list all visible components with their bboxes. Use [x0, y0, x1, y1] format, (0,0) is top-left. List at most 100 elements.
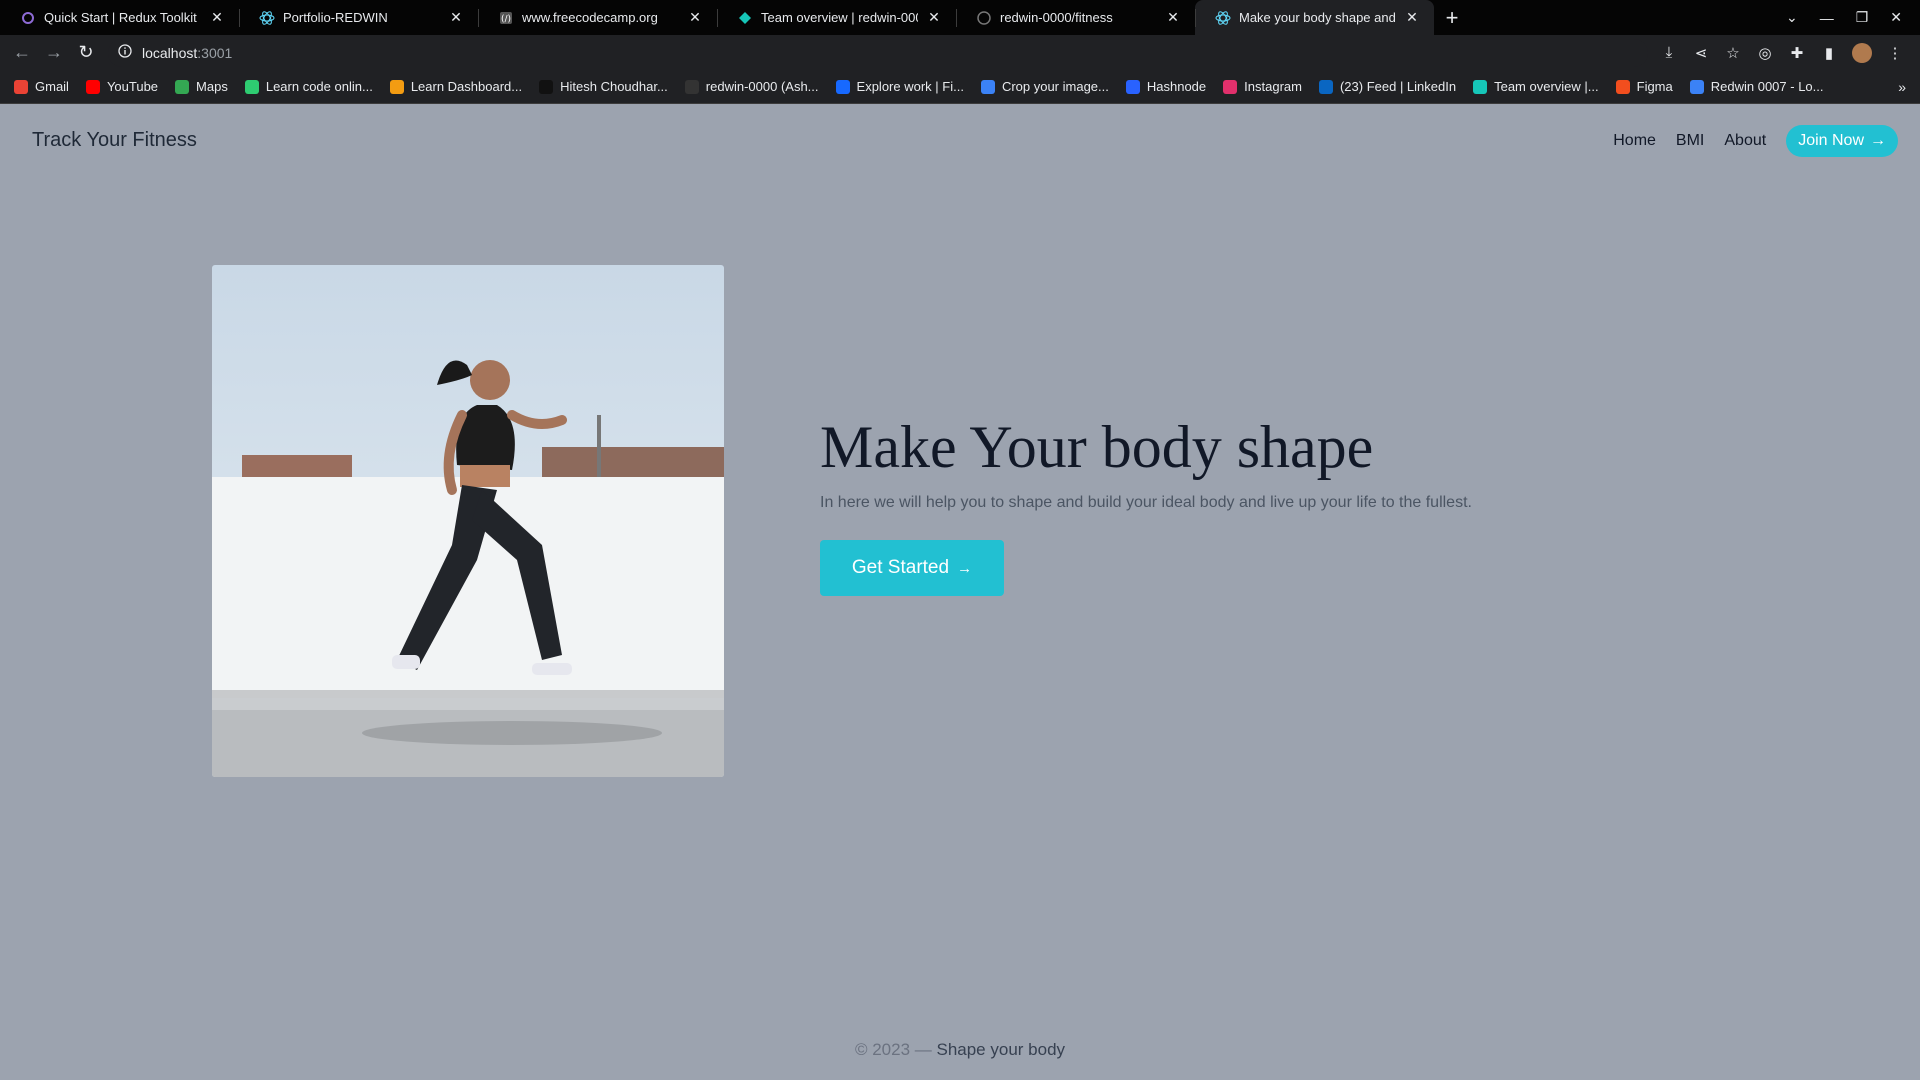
react-icon — [1215, 10, 1231, 26]
bookmark-item[interactable]: Instagram — [1223, 79, 1302, 94]
join-now-button[interactable]: Join Now → — [1786, 125, 1898, 157]
bookmarks-bar: Gmail YouTube Maps Learn code onlin... Learn… — [0, 70, 1920, 104]
reload-icon[interactable]: ↻ — [70, 37, 102, 69]
bookmark-label: Explore work | Fi... — [856, 79, 964, 94]
more-menu-icon[interactable]: ⋮ — [1886, 44, 1904, 62]
browser-tab[interactable]: Portfolio-REDWIN ✕ — [239, 0, 478, 35]
forward-arrow-icon[interactable]: → — [38, 37, 70, 69]
bookmark-item[interactable]: YouTube — [85, 79, 159, 94]
nav-home[interactable]: Home — [1613, 132, 1656, 150]
footer-copyright: © 2023 — — [854, 1040, 932, 1059]
tab-title: Make your body shape and fit — [1239, 10, 1396, 25]
bookmark-item[interactable]: Team overview |... — [1473, 79, 1599, 94]
arrow-right-icon: → — [1870, 132, 1886, 149]
close-icon[interactable]: ✕ — [209, 9, 225, 26]
nav-about[interactable]: About — [1724, 132, 1766, 150]
share-icon[interactable]: ⋖ — [1692, 44, 1710, 62]
page-body: Track Your Fitness Home BMI About Join N… — [0, 105, 1920, 1080]
react-icon — [259, 10, 275, 26]
tab-search-icon[interactable]: ⌄ — [1786, 9, 1798, 26]
extensions-puzzle-icon[interactable]: ✚ — [1788, 44, 1806, 62]
bookmark-label: Team overview |... — [1494, 79, 1599, 94]
footer-tagline[interactable]: Shape your body — [936, 1040, 1065, 1059]
bookmark-favicon-icon — [1473, 79, 1488, 94]
close-icon[interactable]: ✕ — [1165, 9, 1181, 26]
bookmarks-overflow-icon[interactable]: » — [1898, 79, 1906, 95]
diamond-icon — [737, 10, 753, 26]
minimize-icon[interactable]: — — [1820, 10, 1834, 26]
bookmark-item[interactable]: Figma — [1615, 79, 1673, 94]
browser-tab[interactable]: Quick Start | Redux Toolkit ✕ — [0, 0, 239, 35]
bookmark-favicon-icon — [684, 79, 699, 94]
bookmark-favicon-icon — [539, 79, 554, 94]
close-icon[interactable]: ✕ — [687, 9, 703, 26]
url-port: :3001 — [197, 44, 233, 61]
profile-avatar[interactable] — [1852, 42, 1872, 63]
bookmark-favicon-icon — [14, 79, 28, 94]
hero-subtext: In here we will help you to shape and bu… — [820, 494, 1472, 511]
bookmark-item[interactable]: Crop your image... — [980, 79, 1109, 94]
bookmark-item[interactable]: (23) Feed | LinkedIn — [1318, 79, 1456, 94]
close-icon[interactable]: ✕ — [926, 9, 942, 26]
bookmark-favicon-icon — [1125, 79, 1140, 94]
window-close-icon[interactable]: ✕ — [1890, 9, 1902, 26]
nav-bmi[interactable]: BMI — [1676, 132, 1704, 150]
close-icon[interactable]: ✕ — [1404, 9, 1420, 26]
tab-title: Quick Start | Redux Toolkit — [44, 10, 197, 25]
bookmark-label: Redwin 0007 - Lo... — [1710, 79, 1824, 94]
bookmark-item[interactable]: redwin-0000 (Ash... — [684, 79, 819, 94]
site-info-icon[interactable] — [118, 44, 132, 61]
bookmark-item[interactable]: Learn code onlin... — [244, 79, 373, 94]
bookmark-label: Hitesh Choudhar... — [560, 79, 668, 94]
svg-text:(/): (/) — [501, 14, 511, 24]
browser-toolbar: ← → ↻ localhost:3001 ⤓ ⋖ ☆ ◎ ✚ ▮ ⋮ — [0, 35, 1920, 70]
join-now-label: Join Now — [1798, 132, 1864, 149]
address-bar[interactable]: localhost:3001 — [108, 38, 1648, 67]
bookmark-favicon-icon — [1223, 79, 1238, 94]
get-started-button[interactable]: Get Started → — [820, 540, 1004, 596]
hero-runner-image — [212, 265, 724, 777]
site-brand[interactable]: Track Your Fitness — [32, 129, 197, 152]
tab-title: Portfolio-REDWIN — [283, 10, 388, 25]
arrow-right-icon: → — [957, 559, 973, 577]
bookmark-item[interactable]: Maps — [175, 79, 228, 94]
close-icon[interactable]: ✕ — [448, 9, 464, 26]
tab-title: www.freecodecamp.org — [522, 10, 658, 25]
browser-tab-strip: Quick Start | Redux Toolkit ✕ Portfolio-… — [0, 0, 1920, 35]
bookmark-star-icon[interactable]: ☆ — [1724, 44, 1742, 62]
hero-text: Make Your body shape In here we will hel… — [820, 413, 1472, 596]
bookmark-favicon-icon — [1689, 79, 1704, 94]
bookmark-favicon-icon — [1318, 79, 1333, 94]
install-app-icon[interactable]: ⤓ — [1660, 44, 1678, 62]
bookmark-item[interactable]: Learn Dashboard... — [389, 79, 523, 94]
side-panel-icon[interactable]: ▮ — [1820, 44, 1838, 62]
back-arrow-icon[interactable]: ← — [6, 37, 38, 69]
bookmark-item[interactable]: Gmail — [14, 79, 69, 94]
bookmark-label: Instagram — [1244, 79, 1302, 94]
bookmark-label: YouTube — [106, 79, 159, 94]
bookmark-favicon-icon — [389, 79, 404, 94]
bookmark-favicon-icon — [175, 79, 190, 94]
bookmark-label: Crop your image... — [1001, 79, 1109, 94]
bookmark-item[interactable]: Hashnode — [1125, 79, 1206, 94]
window-controls: ⌄ — ❐ ✕ — [1786, 0, 1920, 35]
bookmark-item[interactable]: Hitesh Choudhar... — [539, 79, 668, 94]
main-nav: Home BMI About Join Now → — [1613, 125, 1898, 157]
tab-title: Team overview | redwin-0000 — [761, 10, 918, 25]
hero-headline: Make Your body shape — [820, 414, 1374, 480]
bookmark-favicon-icon — [244, 79, 259, 94]
bookmark-favicon-icon — [980, 79, 995, 94]
browser-tab[interactable]: (/) www.freecodecamp.org ✕ — [478, 0, 717, 35]
bookmark-item[interactable]: Explore work | Fi... — [835, 79, 964, 94]
freecodecamp-icon: (/) — [498, 10, 514, 26]
new-tab-button[interactable]: + — [1434, 0, 1470, 35]
browser-tab[interactable]: Team overview | redwin-0000 ✕ — [717, 0, 956, 35]
restore-icon[interactable]: ❐ — [1856, 9, 1869, 26]
browser-tab[interactable]: redwin-0000/fitness ✕ — [956, 0, 1195, 35]
bookmark-label: Learn Dashboard... — [410, 79, 523, 94]
bookmark-favicon-icon — [85, 79, 100, 94]
browser-tab-active[interactable]: Make your body shape and fit ✕ — [1195, 0, 1434, 35]
extension-target-icon[interactable]: ◎ — [1756, 44, 1774, 62]
bookmark-item[interactable]: Redwin 0007 - Lo... — [1689, 79, 1824, 94]
bookmark-label: Learn code onlin... — [265, 79, 373, 94]
